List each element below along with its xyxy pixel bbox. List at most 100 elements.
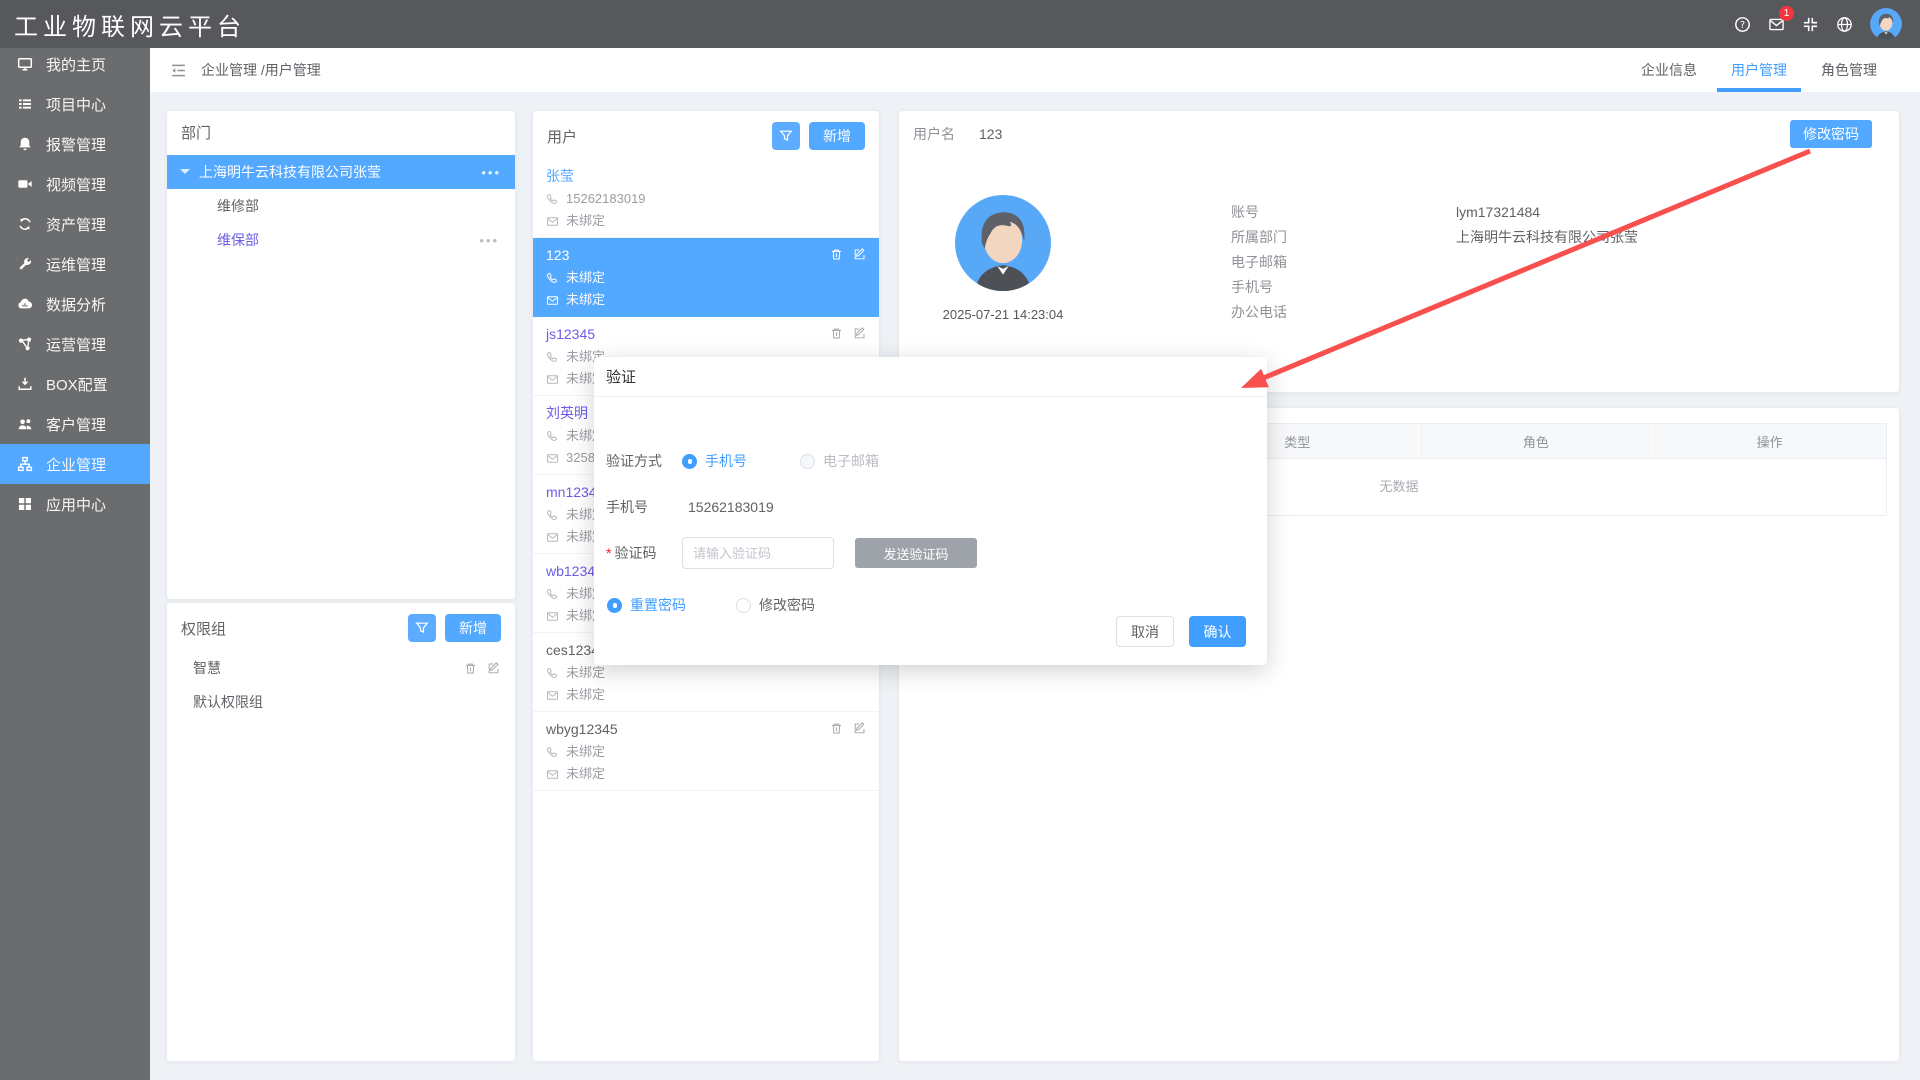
sidebar-item-operation[interactable]: 运营管理: [0, 324, 150, 364]
sidebar-item-label: 运营管理: [46, 334, 106, 355]
sidebar-item-label: 报警管理: [46, 134, 106, 155]
language-globe-icon[interactable]: [1836, 16, 1853, 33]
page-tabs: 企业信息 用户管理 角色管理: [1624, 48, 1894, 92]
collapse-menu-icon[interactable]: [170, 62, 187, 79]
mail-icon: [546, 531, 559, 544]
phone-icon: [546, 351, 559, 364]
sidebar-item-app-center[interactable]: 应用中心: [0, 484, 150, 524]
app-grid-icon: [17, 496, 33, 512]
permission-filter-button[interactable]: [408, 614, 436, 642]
user-list-item-selected[interactable]: 123 未绑定 未绑定: [533, 238, 879, 317]
org-chart-icon: [17, 456, 33, 472]
edit-icon[interactable]: [853, 248, 866, 261]
code-label: 验证码: [614, 545, 656, 561]
change-password-button[interactable]: 修改密码: [1790, 120, 1872, 148]
radio-email-label[interactable]: 电子邮箱: [823, 451, 879, 471]
department-panel-title: 部门: [181, 122, 501, 143]
tab-role-management[interactable]: 角色管理: [1804, 48, 1894, 92]
messages-button[interactable]: 1: [1768, 16, 1785, 33]
top-header-bar: 工业物联网云平台 1: [0, 0, 1920, 48]
sub-header: 企业管理 /用户管理 企业信息 用户管理 角色管理: [150, 48, 1920, 92]
project-list-icon: [17, 96, 33, 112]
radio-email[interactable]: [800, 454, 815, 469]
help-icon[interactable]: [1734, 16, 1751, 33]
radio-reset-password[interactable]: [607, 598, 622, 613]
send-code-button[interactable]: 发送验证码: [855, 538, 977, 568]
breadcrumb-text: 企业管理 /用户管理: [201, 60, 321, 80]
mail-icon: [546, 689, 559, 702]
department-child-label: 维修部: [217, 196, 259, 216]
table-header-actions: 操作: [1652, 424, 1886, 458]
permission-group-item[interactable]: 智慧: [167, 651, 515, 685]
mail-icon: [546, 215, 559, 228]
edit-icon[interactable]: [487, 662, 500, 675]
sidebar-item-alarms[interactable]: 报警管理: [0, 124, 150, 164]
sidebar-item-video[interactable]: 视频管理: [0, 164, 150, 204]
user-name: wbyg12345: [546, 719, 865, 739]
field-label: 所属部门: [1231, 227, 1456, 247]
more-actions-icon[interactable]: •••: [479, 233, 499, 248]
confirm-button[interactable]: 确认: [1189, 616, 1246, 647]
tab-enterprise-info[interactable]: 企业信息: [1624, 48, 1714, 92]
sidebar-item-label: 数据分析: [46, 294, 106, 315]
delete-icon[interactable]: [464, 662, 477, 675]
permission-group-item[interactable]: 默认权限组: [167, 685, 515, 719]
username-label: 用户名: [913, 124, 955, 144]
mail-icon: [546, 768, 559, 781]
user-add-button[interactable]: 新增: [809, 122, 865, 150]
username-value: 123: [979, 126, 1002, 142]
sidebar-item-home[interactable]: 我的主页: [0, 44, 150, 84]
sidebar-item-box-config[interactable]: BOX配置: [0, 364, 150, 404]
delete-icon[interactable]: [830, 722, 843, 735]
sidebar-item-ops[interactable]: 运维管理: [0, 244, 150, 284]
app-screen: 工业物联网云平台 1 我的主页 项目中心 报警管理 视频管理 资产管理 运维管理…: [0, 0, 1920, 1080]
sidebar-item-customers[interactable]: 客户管理: [0, 404, 150, 444]
user-list-item[interactable]: wbyg12345 未绑定 未绑定: [533, 712, 879, 791]
sidebar-item-label: BOX配置: [46, 374, 108, 395]
app-title: 工业物联网云平台: [14, 7, 246, 42]
permission-add-button[interactable]: 新增: [445, 614, 501, 642]
sidebar-item-label: 客户管理: [46, 414, 106, 435]
verify-method-row: 验证方式 手机号 电子邮箱: [606, 451, 879, 471]
funnel-icon: [779, 129, 793, 143]
user-email: 未绑定: [566, 291, 605, 309]
field-label: 手机号: [1231, 277, 1456, 297]
tab-user-management[interactable]: 用户管理: [1714, 48, 1804, 92]
radio-reset-password-label[interactable]: 重置密码: [630, 595, 686, 615]
code-row: *验证码 发送验证码: [606, 537, 977, 569]
exit-fullscreen-icon[interactable]: [1802, 16, 1819, 33]
sidebar-item-projects[interactable]: 项目中心: [0, 84, 150, 124]
sidebar-item-data-analysis[interactable]: 数据分析: [0, 284, 150, 324]
cancel-button[interactable]: 取消: [1116, 616, 1174, 647]
share-nodes-icon: [17, 336, 33, 352]
sidebar-item-assets[interactable]: 资产管理: [0, 204, 150, 244]
user-filter-button[interactable]: [772, 122, 800, 150]
radio-phone-label[interactable]: 手机号: [705, 451, 747, 471]
delete-icon[interactable]: [830, 248, 843, 261]
sidebar-item-enterprise[interactable]: 企业管理: [0, 444, 150, 484]
radio-change-password-label[interactable]: 修改密码: [759, 595, 815, 615]
user-detail-avatar: [955, 195, 1051, 291]
phone-icon: [546, 588, 559, 601]
department-tree-root[interactable]: 上海明牛云科技有限公司张莹 •••: [167, 155, 515, 189]
department-tree-item[interactable]: 维保部 •••: [167, 223, 515, 257]
user-avatar[interactable]: [1870, 8, 1902, 40]
permission-group-label: 智慧: [193, 658, 221, 678]
department-tree-item[interactable]: 维修部: [167, 189, 515, 223]
radio-change-password[interactable]: [736, 598, 751, 613]
radio-phone[interactable]: [682, 454, 697, 469]
permission-group-label: 默认权限组: [193, 692, 263, 712]
breadcrumb: 企业管理 /用户管理: [170, 60, 321, 80]
topbar-actions: 1: [1734, 8, 1902, 40]
chevron-down-icon[interactable]: [180, 169, 190, 179]
edit-icon[interactable]: [853, 722, 866, 735]
wrench-icon: [17, 256, 33, 272]
more-actions-icon[interactable]: •••: [481, 165, 501, 180]
delete-icon[interactable]: [830, 327, 843, 340]
funnel-icon: [415, 621, 429, 635]
sidebar-item-label: 项目中心: [46, 94, 106, 115]
edit-icon[interactable]: [853, 327, 866, 340]
code-input[interactable]: [682, 537, 834, 569]
user-list-item[interactable]: 张莹 15262183019 未绑定: [533, 159, 879, 238]
customers-icon: [17, 416, 33, 432]
